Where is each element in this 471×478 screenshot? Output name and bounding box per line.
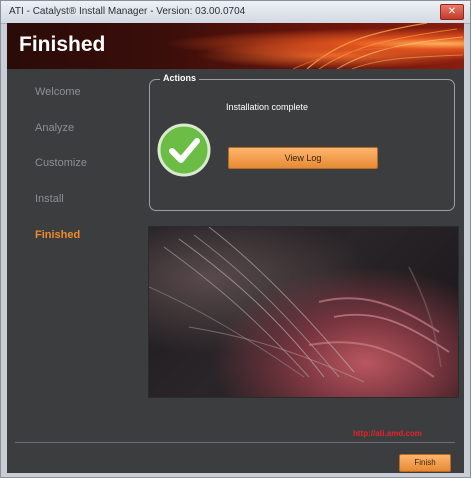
- amd-url-link[interactable]: http://ati.amd.com: [353, 429, 422, 438]
- decorative-photo: [148, 226, 459, 398]
- install-manager-window: ATI - Catalyst® Install Manager - Versio…: [0, 0, 471, 478]
- window-title: ATI - Catalyst® Install Manager - Versio…: [9, 6, 246, 17]
- view-log-button[interactable]: View Log: [228, 147, 378, 169]
- actions-legend: Actions: [160, 73, 200, 83]
- sidebar-item-install[interactable]: Install: [35, 193, 64, 205]
- sidebar-item-finished[interactable]: Finished: [35, 229, 80, 241]
- footer-divider: [15, 442, 455, 443]
- close-button[interactable]: ✕: [440, 4, 464, 20]
- check-icon: [157, 123, 211, 177]
- main-panel: Welcome Analyze Customize Install Finish…: [7, 69, 464, 473]
- finish-button[interactable]: Finish: [399, 454, 451, 472]
- sidebar-item-customize[interactable]: Customize: [35, 157, 87, 169]
- whisker-lines: [149, 227, 450, 383]
- installation-status: Installation complete: [226, 102, 309, 112]
- sidebar-item-welcome[interactable]: Welcome: [35, 86, 81, 98]
- title-bar[interactable]: ATI - Catalyst® Install Manager - Versio…: [1, 1, 470, 24]
- page-title: Finished: [19, 33, 106, 56]
- sidebar-item-analyze[interactable]: Analyze: [35, 122, 74, 134]
- actions-group: Actions Installation complete View Log: [149, 73, 455, 211]
- close-icon: ✕: [447, 6, 457, 17]
- header-banner: Finished: [7, 23, 464, 69]
